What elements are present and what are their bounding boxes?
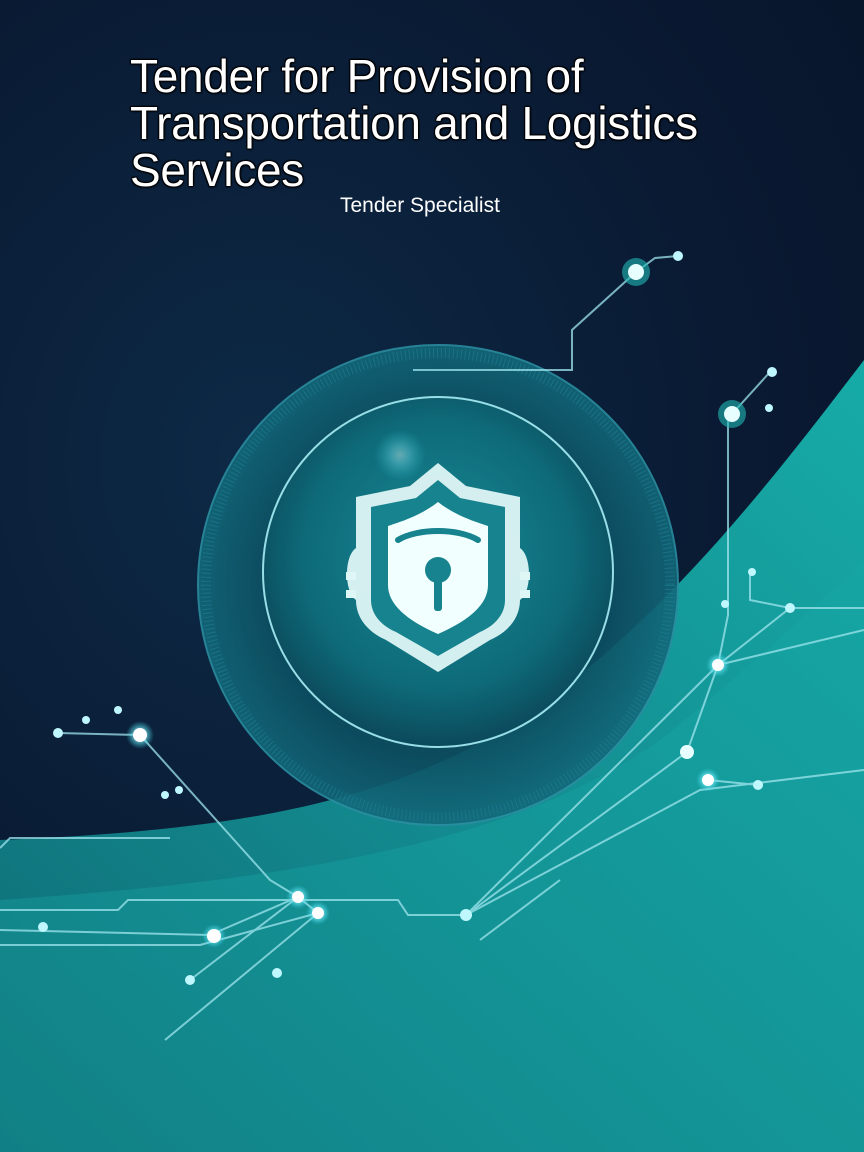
document-title: Tender for Provision of Transportation a… [130, 50, 698, 196]
document-subtitle: Tender Specialist [340, 194, 500, 217]
cover-page: Tender for Provision of Transportation a… [0, 0, 864, 1152]
